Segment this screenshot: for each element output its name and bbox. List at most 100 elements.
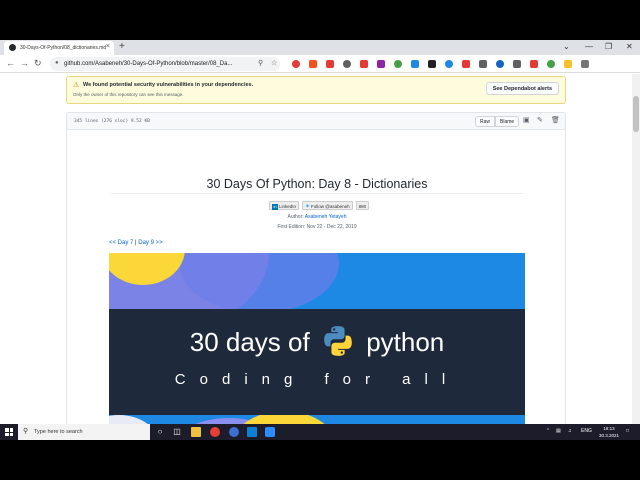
page-scrollbar[interactable] — [632, 74, 640, 424]
extension-icon[interactable] — [496, 60, 504, 68]
task-view-icon[interactable]: ◫ — [172, 427, 182, 437]
windows-start-icon[interactable] — [5, 428, 13, 436]
twitter-follow-badge[interactable]: ✶Follow @asabeneh — [302, 201, 353, 210]
extension-icon[interactable] — [445, 60, 453, 68]
scroll-thumb[interactable] — [633, 96, 639, 132]
security-alert: ⚠ We found potential security vulnerabil… — [66, 76, 566, 104]
extension-icon[interactable] — [326, 60, 334, 68]
cortana-icon[interactable]: ○ — [155, 427, 165, 437]
banner-heading: 30 days of python — [109, 326, 525, 361]
close-window-button[interactable]: ✕ — [626, 40, 633, 54]
tab-active[interactable]: 30-Days-Of-Python/08_dictionaries.md × — [4, 41, 114, 55]
extension-icon[interactable] — [343, 60, 351, 68]
extension-icon[interactable] — [428, 60, 436, 68]
search-placeholder: Type here to search — [34, 429, 83, 435]
address-bar[interactable]: ● github.com/Asabeneh/30-Days-Of-Python/… — [50, 57, 280, 71]
extension-icon[interactable] — [462, 60, 470, 68]
tray-chevron-icon[interactable]: ⌃ — [546, 428, 550, 434]
lock-icon: ● — [55, 60, 59, 66]
badges: in LinkedIn ✶Follow @asabeneh 880 — [269, 201, 372, 210]
windows-taskbar: ⚲ Type here to search ○ ◫ ⌃ ▤ ♫ ENG 18:1… — [0, 424, 640, 440]
extension-icon[interactable] — [479, 60, 487, 68]
bookmark-star-icon[interactable]: ☆ — [271, 59, 277, 67]
reload-button[interactable]: ↻ — [34, 58, 42, 69]
file-explorer-icon[interactable] — [191, 427, 201, 437]
network-icon[interactable]: ▤ — [556, 428, 561, 434]
extension-icon[interactable] — [564, 60, 572, 68]
banner-text-python: python — [366, 327, 445, 357]
maximize-button[interactable]: ❐ — [605, 40, 612, 54]
extension-icon[interactable] — [530, 60, 538, 68]
extension-icon[interactable] — [547, 60, 555, 68]
linkedin-label: LinkedIn — [279, 204, 297, 209]
30-days-banner-image: 30 days of python Coding for all — [109, 253, 525, 424]
volume-icon[interactable]: ♫ — [568, 428, 572, 434]
extension-icon[interactable] — [309, 60, 317, 68]
extension-icon[interactable] — [513, 60, 521, 68]
clock[interactable]: 18:13 30.3.2021 — [596, 425, 622, 439]
browser-toolbar: ← → ↻ ● github.com/Asabeneh/30-Days-Of-P… — [0, 55, 640, 73]
author-line: Author: Asabeneh Yetayeh — [67, 214, 567, 220]
prev-day-link[interactable]: << Day 7 — [109, 240, 133, 246]
raw-button[interactable]: Raw — [475, 116, 496, 127]
follower-count-badge[interactable]: 880 — [355, 201, 370, 210]
forward-button[interactable]: → — [20, 58, 29, 69]
clock-date: 30.3.2021 — [598, 433, 620, 438]
warning-icon: ⚠ — [73, 82, 80, 89]
extension-icon[interactable] — [411, 60, 419, 68]
taskbar-search-box[interactable]: ⚲ Type here to search — [18, 424, 150, 440]
back-button[interactable]: ← — [6, 58, 15, 69]
follow-label: Follow @asabeneh — [311, 204, 350, 209]
tab-strip: 30-Days-Of-Python/08_dictionaries.md × +… — [0, 40, 640, 55]
python-logo-icon — [324, 326, 352, 356]
extension-icon[interactable] — [394, 60, 402, 68]
author-label: Author: — [287, 214, 304, 220]
next-day-link[interactable]: Day 9 >> — [138, 240, 162, 246]
banner-text-30-days: 30 days of — [189, 327, 310, 357]
language-indicator[interactable]: ENG — [581, 428, 592, 434]
day-navigation: << Day 7 | Day 9 >> — [109, 240, 163, 246]
dependabot-alerts-button[interactable]: See Dependabot alerts — [485, 82, 559, 95]
zoom-app-icon[interactable] — [265, 427, 275, 437]
minimize-button[interactable]: — — [585, 40, 593, 54]
browser-window: 30-Days-Of-Python/08_dictionaries.md × +… — [0, 40, 640, 424]
edition-text: First Edition: Nov 22 - Dec 22, 2019 — [277, 224, 357, 230]
alert-subtitle: Only the owner of this repository can se… — [73, 92, 184, 97]
author-link[interactable]: Asabeneh Yetayeh — [305, 214, 347, 220]
banner-title-stripe: 30 days of python Coding for all — [109, 309, 525, 415]
app-icon[interactable] — [229, 427, 239, 437]
page-content: ⚠ We found potential security vulnerabil… — [0, 74, 632, 424]
extension-icon[interactable] — [581, 60, 589, 68]
twitter-icon: ✶ — [305, 204, 311, 210]
file-header: 345 lines (276 sloc) 9.52 KB Raw Blame ▣… — [67, 113, 565, 130]
url-text: github.com/Asabeneh/30-Days-Of-Python/bl… — [64, 61, 233, 67]
extension-icon[interactable] — [377, 60, 385, 68]
alert-title: We found potential security vulnerabilit… — [83, 82, 254, 88]
extension-icon[interactable] — [360, 60, 368, 68]
linkedin-badge[interactable]: in LinkedIn — [269, 201, 300, 210]
banner-subtitle: Coding for all — [174, 371, 460, 388]
edit-pencil-icon[interactable]: ✎ — [537, 116, 543, 124]
tab-search-icon[interactable]: ⌄ — [563, 40, 570, 54]
trash-icon[interactable]: 🗑 — [551, 116, 560, 124]
github-icon — [9, 44, 16, 51]
clock-time: 18:13 — [603, 426, 615, 431]
chrome-icon[interactable] — [210, 427, 220, 437]
vscode-icon[interactable] — [247, 427, 257, 437]
linkedin-icon: in — [272, 203, 278, 210]
title-divider — [111, 193, 523, 194]
screen: 30-Days-Of-Python/08_dictionaries.md × +… — [0, 0, 640, 480]
file-viewer: 345 lines (276 sloc) 9.52 KB Raw Blame ▣… — [66, 112, 566, 424]
zoom-icon[interactable]: ⚲ — [258, 59, 263, 67]
blame-button[interactable]: Blame — [495, 116, 520, 127]
nav-separator: | — [135, 240, 137, 246]
search-icon: ⚲ — [23, 428, 29, 435]
tab-close-icon[interactable]: × — [106, 43, 110, 50]
file-info: 345 lines (276 sloc) 9.52 KB — [74, 119, 150, 124]
extension-icon[interactable] — [292, 60, 300, 68]
doc-title: 30 Days Of Python: Day 8 - Dictionaries — [206, 177, 428, 191]
new-tab-button[interactable]: + — [119, 41, 125, 53]
tab-title: 30-Days-Of-Python/08_dictionaries.md — [20, 45, 107, 51]
notifications-icon[interactable]: □ — [626, 428, 629, 434]
desktop-icon[interactable]: ▣ — [523, 116, 530, 124]
